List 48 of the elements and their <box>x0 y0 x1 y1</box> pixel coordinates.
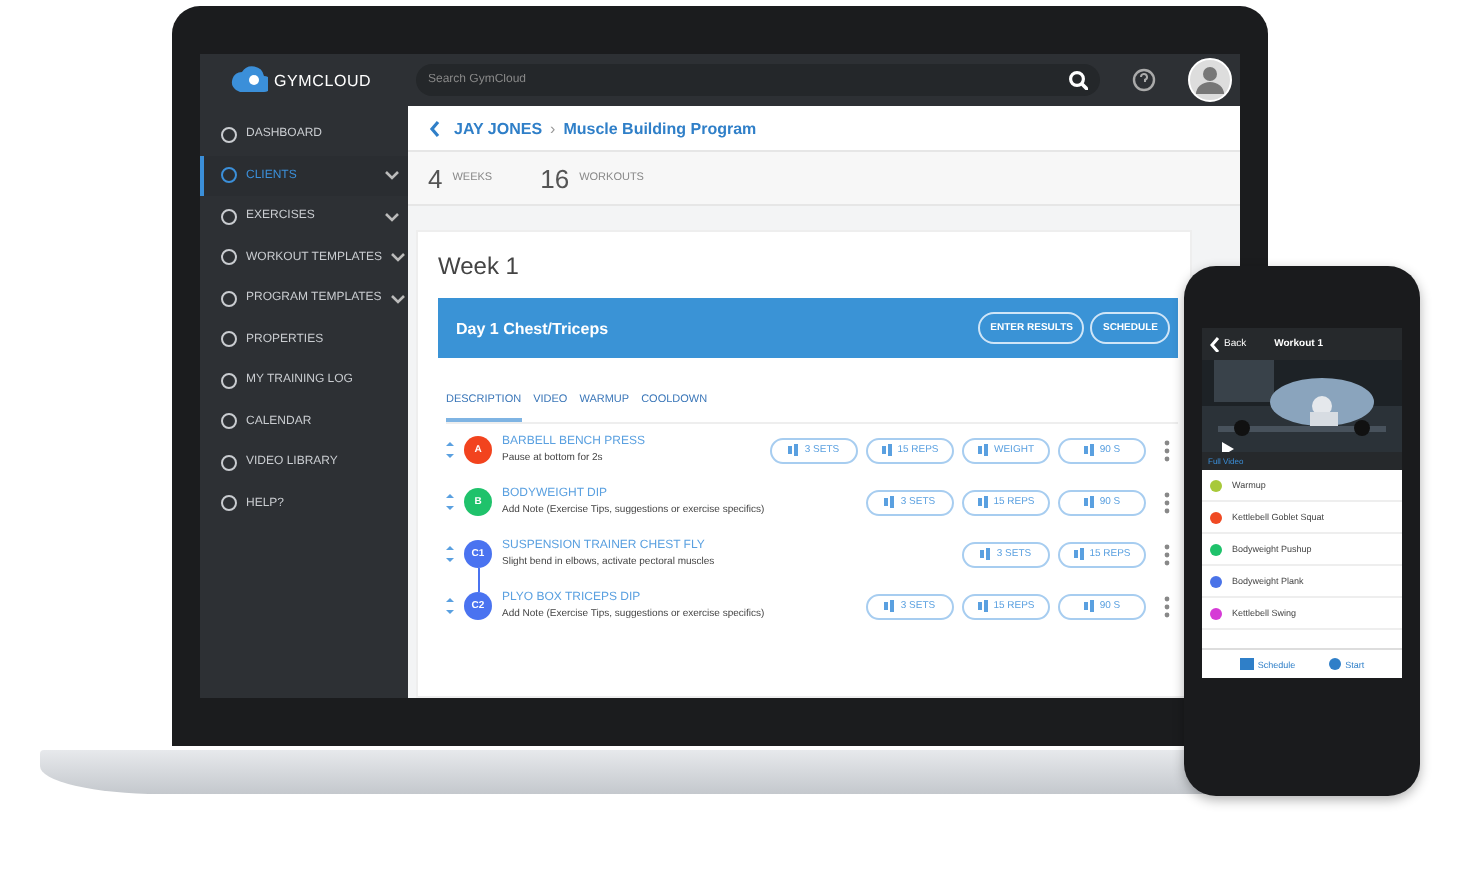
chevron-icon <box>390 250 407 265</box>
menu-item-icon <box>220 330 238 349</box>
menu-item-icon <box>220 289 238 308</box>
superset-connector <box>477 568 479 592</box>
bar-icon <box>788 444 799 456</box>
menu-item-icon <box>220 371 238 390</box>
menu-item-icon <box>220 412 238 431</box>
week-title: Week 1 <box>438 252 521 280</box>
bar-icon <box>980 548 991 560</box>
chevron-icon <box>389 291 406 306</box>
menu-item-icon <box>220 494 238 513</box>
bar-icon <box>1083 600 1094 612</box>
search-icon <box>1068 70 1088 90</box>
drag-handle-icon <box>446 546 454 562</box>
chevron-icon <box>384 209 400 224</box>
drag-handle-icon <box>446 598 454 614</box>
avatar-icon <box>1188 58 1232 102</box>
help-icon <box>1132 68 1156 92</box>
chevron-icon <box>384 168 400 183</box>
menu-item-icon <box>220 207 238 226</box>
bar-icon <box>1073 548 1084 560</box>
bar-icon <box>978 444 988 456</box>
day-title: Day 1 Chest/Triceps <box>456 319 609 337</box>
page-title: Muscle Building Program <box>563 119 757 137</box>
breadcrumb-separator: › <box>550 119 556 137</box>
bar-icon <box>1083 444 1094 456</box>
stat-value: 4 <box>428 163 443 193</box>
more-icon <box>1164 491 1170 513</box>
more-icon <box>1164 595 1170 617</box>
more-icon <box>1164 543 1170 565</box>
bar-icon <box>884 496 895 508</box>
bar-icon <box>884 600 895 612</box>
menu-item-icon <box>220 453 238 472</box>
logo-text: GYMCLOUD <box>274 71 372 89</box>
bar-icon <box>881 444 892 456</box>
more-icon <box>1164 439 1170 461</box>
menu-item-icon <box>220 166 238 185</box>
cloud-icon <box>228 62 268 98</box>
stat-value: 16 <box>540 163 570 193</box>
drag-handle-icon <box>446 494 454 510</box>
drag-handle-icon <box>446 442 454 458</box>
bar-icon <box>1083 496 1094 508</box>
menu-item-icon <box>220 125 238 144</box>
bar-icon <box>977 496 988 508</box>
bar-icon <box>977 600 988 612</box>
back-icon <box>1208 336 1222 352</box>
menu-item-icon <box>220 248 238 267</box>
breadcrumb-link[interactable]: JAY JONES <box>454 119 543 137</box>
